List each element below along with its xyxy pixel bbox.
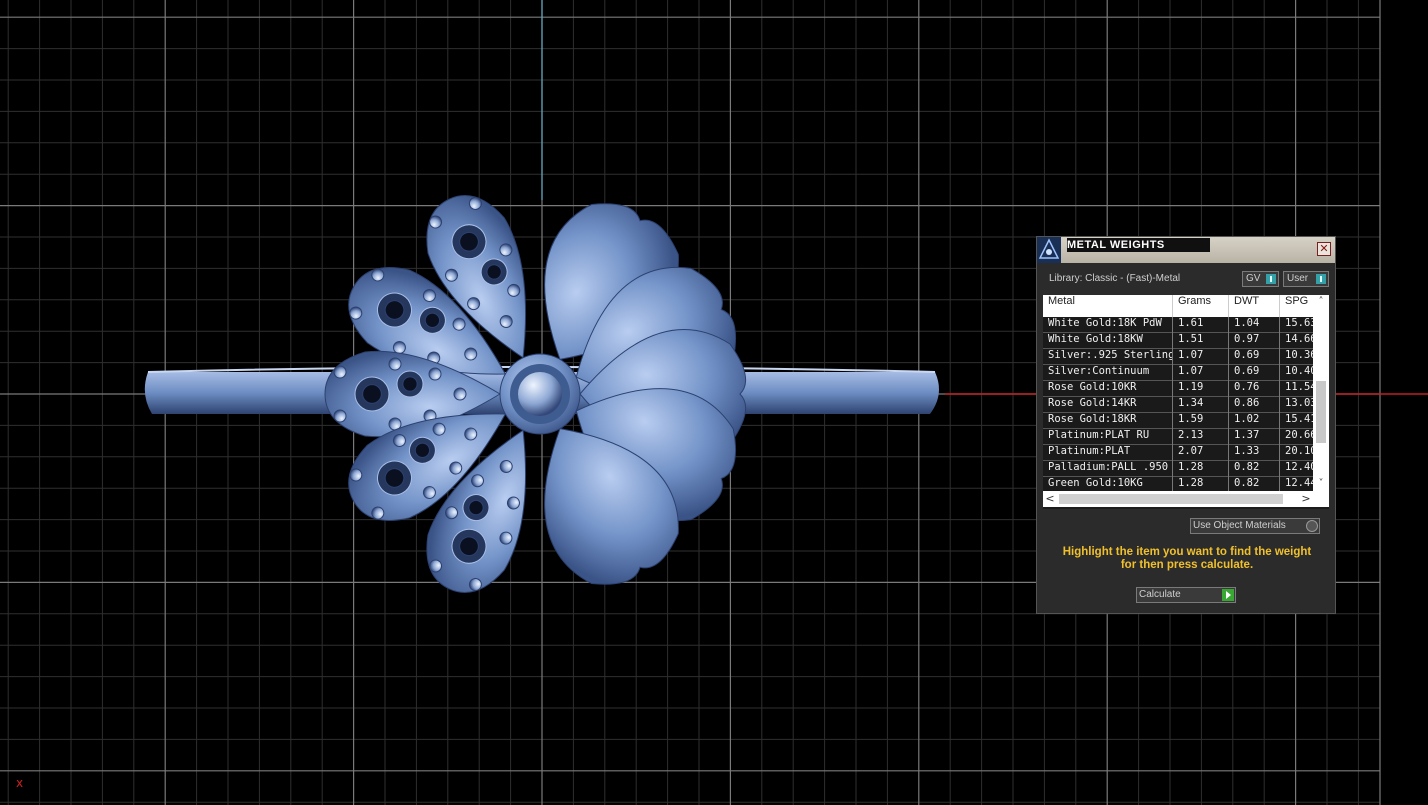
table-row[interactable]: Platinum:PLAT RU 2.13 1.37 20.66: [1043, 429, 1329, 445]
cell-grams: 1.59: [1173, 413, 1229, 429]
cell-dwt: 0.82: [1229, 477, 1280, 491]
horizontal-scroll-thumb[interactable]: [1059, 494, 1283, 504]
table-row[interactable]: Silver:.925 Sterling 1.07 0.69 10.36: [1043, 349, 1329, 365]
scroll-up-icon[interactable]: ˄: [1313, 295, 1329, 309]
table-header: Metal Grams DWT SPG: [1043, 295, 1329, 317]
calculate-button[interactable]: Calculate: [1136, 587, 1236, 603]
cell-dwt: 1.02: [1229, 413, 1280, 429]
instruction-line-2: for then press calculate.: [1120, 559, 1254, 571]
table-row[interactable]: Rose Gold:14KR 1.34 0.86 13.03: [1043, 397, 1329, 413]
app-logo-icon: [1037, 237, 1061, 263]
gv-toggle-label: GV: [1246, 273, 1261, 284]
metal-weights-panel: METAL WEIGHTS ✕ Library: Classic - (Fast…: [1036, 236, 1336, 614]
dropdown-toggle-icon: [1306, 520, 1318, 532]
table-row[interactable]: Rose Gold:10KR 1.19 0.76 11.54: [1043, 381, 1329, 397]
cell-metal: Platinum:PLAT RU: [1043, 429, 1173, 445]
cell-dwt: 1.33: [1229, 445, 1280, 461]
table-body: White Gold:18K PdW 1.61 1.04 15.63 White Gol…: [1043, 317, 1329, 491]
cell-grams: 1.07: [1173, 365, 1229, 381]
cell-metal: White Gold:18K PdW: [1043, 317, 1173, 333]
material-source-value: Use Object Materials: [1193, 520, 1286, 531]
x-axis-label: x: [16, 776, 24, 790]
cell-grams: 2.13: [1173, 429, 1229, 445]
scroll-left-icon[interactable]: <: [1043, 491, 1057, 507]
cell-dwt: 0.76: [1229, 381, 1280, 397]
cell-dwt: 0.97: [1229, 333, 1280, 349]
table-row[interactable]: Palladium:PALL .950 1.28 0.82 12.40: [1043, 461, 1329, 477]
metal-weights-table: Metal Grams DWT SPG White Gold:18K PdW 1.…: [1043, 295, 1329, 509]
user-toggle[interactable]: User: [1283, 271, 1329, 287]
vertical-scroll-thumb[interactable]: [1316, 381, 1326, 443]
instruction-line-1: Highlight the item you want to find the …: [1062, 546, 1312, 558]
cell-grams: 1.34: [1173, 397, 1229, 413]
cell-grams: 1.07: [1173, 349, 1229, 365]
cell-metal: White Gold:18KW: [1043, 333, 1173, 349]
gv-toggle-indicator-icon: [1266, 274, 1276, 284]
column-header-dwt[interactable]: DWT: [1229, 295, 1280, 317]
material-source-dropdown[interactable]: Use Object Materials: [1190, 518, 1320, 534]
column-header-metal[interactable]: Metal: [1043, 295, 1173, 317]
cell-metal: Rose Gold:14KR: [1043, 397, 1173, 413]
instruction-text: Highlight the item you want to find the …: [1047, 546, 1327, 572]
cell-metal: Silver:.925 Sterling: [1043, 349, 1173, 365]
cell-metal: Platinum:PLAT: [1043, 445, 1173, 461]
cell-metal: Green Gold:10KG: [1043, 477, 1173, 491]
gv-toggle[interactable]: GV: [1242, 271, 1279, 287]
scroll-down-icon[interactable]: ˅: [1313, 477, 1329, 491]
cell-grams: 1.19: [1173, 381, 1229, 397]
user-toggle-indicator-icon: [1316, 274, 1326, 284]
cell-metal: Silver:Continuum: [1043, 365, 1173, 381]
cell-dwt: 0.69: [1229, 365, 1280, 381]
table-row[interactable]: Green Gold:10KG 1.28 0.82 12.44: [1043, 477, 1329, 491]
cell-dwt: 1.37: [1229, 429, 1280, 445]
horizontal-scrollbar[interactable]: < >: [1043, 491, 1329, 507]
column-header-grams[interactable]: Grams: [1173, 295, 1229, 317]
cell-grams: 1.28: [1173, 477, 1229, 491]
cell-grams: 1.51: [1173, 333, 1229, 349]
cell-grams: 2.07: [1173, 445, 1229, 461]
cell-dwt: 1.04: [1229, 317, 1280, 333]
table-row[interactable]: Rose Gold:18KR 1.59 1.02 15.41: [1043, 413, 1329, 429]
cell-metal: Rose Gold:10KR: [1043, 381, 1173, 397]
cell-metal: Rose Gold:18KR: [1043, 413, 1173, 429]
library-label: Library: Classic - (Fast)-Metal: [1049, 273, 1181, 284]
vertical-scrollbar[interactable]: ˄ ˅: [1313, 295, 1329, 491]
table-row[interactable]: White Gold:18KW 1.51 0.97 14.66: [1043, 333, 1329, 349]
cell-dwt: 0.69: [1229, 349, 1280, 365]
table-row[interactable]: White Gold:18K PdW 1.61 1.04 15.63: [1043, 317, 1329, 333]
user-toggle-label: User: [1287, 273, 1309, 284]
panel-titlebar[interactable]: METAL WEIGHTS ✕: [1037, 237, 1335, 263]
cell-grams: 1.28: [1173, 461, 1229, 477]
scroll-right-icon[interactable]: >: [1299, 491, 1313, 507]
cell-grams: 1.61: [1173, 317, 1229, 333]
cell-dwt: 0.86: [1229, 397, 1280, 413]
table-row[interactable]: Platinum:PLAT 2.07 1.33 20.10: [1043, 445, 1329, 461]
play-icon: [1222, 589, 1234, 601]
table-row[interactable]: Silver:Continuum 1.07 0.69 10.40: [1043, 365, 1329, 381]
calculate-label: Calculate: [1139, 589, 1181, 600]
close-button[interactable]: ✕: [1317, 242, 1331, 256]
cell-metal: Palladium:PALL .950: [1043, 461, 1173, 477]
cell-dwt: 0.82: [1229, 461, 1280, 477]
panel-title: METAL WEIGHTS: [1067, 238, 1179, 252]
